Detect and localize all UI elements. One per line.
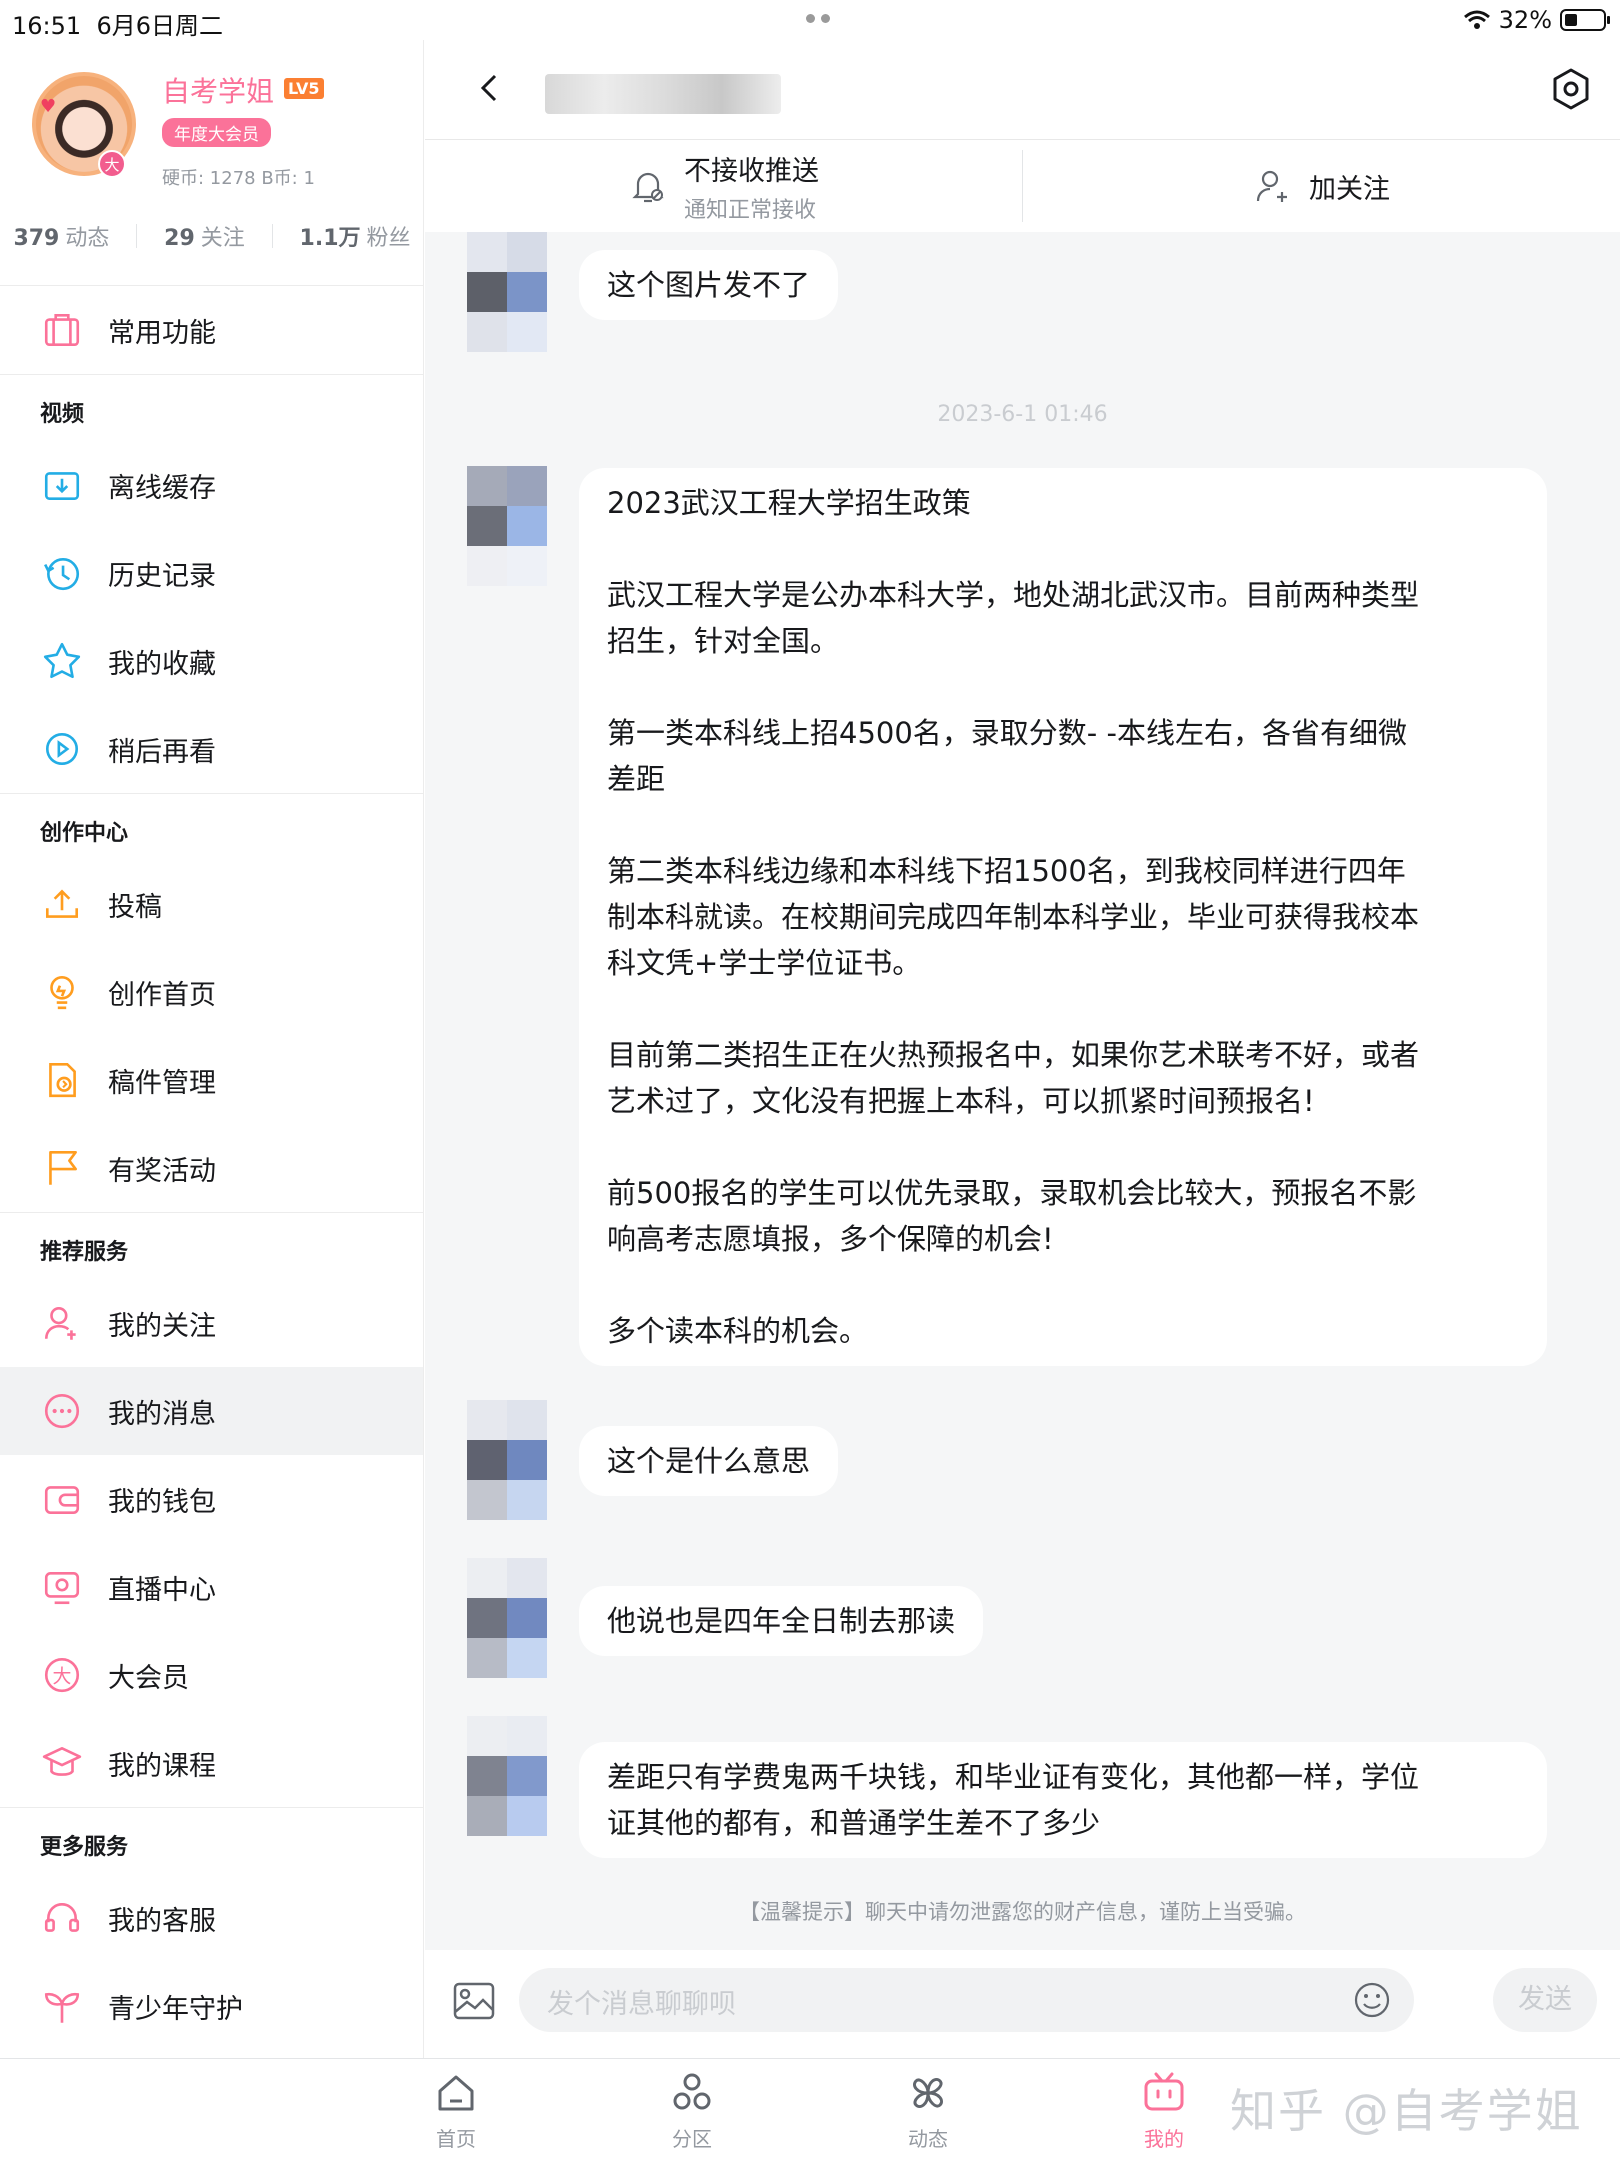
image-picker-icon[interactable] — [451, 1978, 497, 2024]
watch-later-icon — [40, 727, 84, 771]
send-button[interactable]: 发送 — [1493, 1968, 1597, 2032]
battery-percent: 32% — [1498, 6, 1552, 34]
toolbox-icon — [40, 308, 84, 352]
zones-icon — [673, 2073, 711, 2110]
stat-posts[interactable]: 379 动态 — [13, 220, 109, 252]
bell-off-icon — [632, 172, 664, 203]
upload-icon — [40, 882, 84, 926]
menu-creator-home[interactable]: 创作首页 — [0, 948, 423, 1036]
blurred-contact-name — [545, 74, 781, 114]
tab-home[interactable]: 首页 — [396, 2069, 516, 2152]
heart-icon: ♥ — [40, 96, 57, 117]
add-user-icon — [1256, 170, 1287, 202]
message-bubble[interactable]: 他说也是四年全日制去那读 — [579, 1586, 984, 1656]
wallet-icon — [40, 1477, 84, 1521]
message-dots-icon — [40, 1389, 84, 1433]
flag-icon — [40, 1146, 84, 1190]
chat-action-bar: 不接收推送 通知正常接收 加关注 — [425, 140, 1620, 232]
menu-wallet[interactable]: 我的钱包 — [0, 1455, 423, 1543]
menu-customer-service[interactable]: 我的客服 — [0, 1874, 423, 1962]
back-arrow-icon[interactable] — [475, 68, 505, 108]
sender-avatar[interactable] — [467, 1558, 547, 1678]
message-bubble[interactable]: 2023武汉工程大学招生政策 武汉工程大学是公办本科大学，地处湖北武汉市。目前两… — [579, 468, 1547, 1366]
bottom-tab-bar: 首页 分区 动态 我的 知乎 @自考学姐 — [0, 2058, 1620, 2160]
stat-following[interactable]: 29 关注 — [164, 220, 245, 252]
sprout-icon — [40, 1984, 84, 2028]
coin-balance: 硬币: 1278 B币: 1 — [162, 168, 315, 189]
chat-panel: 不接收推送 通知正常接收 加关注 这个图片发不了 2023-6-1 01:46 … — [425, 40, 1620, 2050]
menu-vip[interactable]: 大 大会员 — [0, 1631, 423, 1719]
lightbulb-icon — [40, 970, 84, 1014]
follow-label: 加关注 — [1309, 173, 1390, 205]
section-create: 创作中心 — [40, 821, 129, 846]
wifi-icon — [1463, 10, 1490, 29]
menu-upload[interactable]: 投稿 — [0, 860, 423, 948]
sender-avatar[interactable] — [467, 232, 547, 352]
watermark: 知乎 @自考学姐 — [1230, 2084, 1583, 2138]
home-icon — [438, 2075, 474, 2111]
tab-dynamics[interactable]: 动态 — [868, 2069, 988, 2152]
status-time: 16:51 6月6日周二 — [12, 12, 223, 40]
message-bubble[interactable]: 这个是什么意思 — [579, 1426, 839, 1496]
message-input-placeholder: 发个消息聊聊呗 — [547, 1989, 736, 2020]
star-icon — [40, 639, 84, 683]
menu-live-center[interactable]: 直播中心 — [0, 1543, 423, 1631]
section-video: 视频 — [40, 402, 85, 427]
message-bubble[interactable]: 差距只有学费鬼两千块钱，和毕业证有变化，其他都一样，学位 证其他的都有，和普通学… — [579, 1742, 1547, 1858]
vip-label[interactable]: 年度大会员 — [162, 118, 271, 147]
push-setting-title: 不接收推送 — [684, 155, 819, 187]
section-recommended: 推荐服务 — [40, 1240, 129, 1265]
menu-my-follows[interactable]: 我的关注 — [0, 1279, 423, 1367]
menu-manuscripts[interactable]: 稿件管理 — [0, 1036, 423, 1124]
headset-icon — [40, 1896, 84, 1940]
tab-me[interactable]: 我的 — [1104, 2069, 1224, 2152]
sender-avatar[interactable] — [467, 1400, 547, 1520]
multitask-dots[interactable] — [806, 14, 830, 23]
menu-events[interactable]: 有奖活动 — [0, 1124, 423, 1212]
download-folder-icon — [40, 463, 84, 507]
history-clock-icon — [40, 551, 84, 595]
menu-watch-later[interactable]: 稍后再看 — [0, 705, 423, 793]
safety-tip: 【温馨提示】聊天中请勿泄露您的财产信息，谨防上当受骗。 — [739, 1900, 1306, 1924]
tab-zones[interactable]: 分区 — [632, 2069, 752, 2152]
emoji-icon[interactable] — [1352, 1980, 1392, 2020]
message-input[interactable]: 发个消息聊聊呗 — [519, 1968, 1414, 2032]
follow-button[interactable]: 加关注 — [1023, 140, 1620, 232]
push-setting-button[interactable]: 不接收推送 通知正常接收 — [425, 140, 1022, 232]
tv-icon — [40, 1565, 84, 1609]
settings-hexagon-icon[interactable] — [1548, 66, 1594, 112]
message-input-bar: 发个消息聊聊呗 发送 — [425, 1954, 1620, 2050]
vip-badge: 大 — [98, 150, 126, 178]
menu-offline-cache[interactable]: 离线缓存 — [0, 441, 423, 529]
profile-stats: 379 动态 29 关注 1.1万 粉丝 — [0, 220, 424, 252]
menu-courses[interactable]: 我的课程 — [0, 1719, 423, 1807]
graduation-cap-icon — [40, 1741, 84, 1785]
username[interactable]: 自考学姐 — [162, 70, 274, 110]
chat-header — [425, 40, 1620, 140]
vip-icon: 大 — [40, 1653, 84, 1697]
user-follow-icon — [40, 1301, 84, 1345]
section-more: 更多服务 — [40, 1835, 129, 1860]
status-right: 32% — [1463, 6, 1610, 34]
svg-text:大: 大 — [53, 1665, 72, 1687]
menu-my-messages[interactable]: 我的消息 — [0, 1367, 423, 1455]
document-icon — [40, 1058, 84, 1102]
sidebar: ♥ 大 自考学姐 LV5 年度大会员 硬币: 1278 B币: 1 379 动态 … — [0, 40, 424, 2060]
bilibili-tv-icon — [1144, 2072, 1184, 2111]
stat-fans[interactable]: 1.1万 粉丝 — [300, 220, 411, 252]
menu-favorites[interactable]: 我的收藏 — [0, 617, 423, 705]
level-badge: LV5 — [284, 78, 324, 99]
menu-history[interactable]: 历史记录 — [0, 529, 423, 617]
message-timestamp: 2023-6-1 01:46 — [937, 402, 1108, 427]
battery-icon — [1560, 9, 1610, 31]
profile-card[interactable]: ♥ 大 自考学姐 LV5 年度大会员 硬币: 1278 B币: 1 379 动态 … — [0, 40, 423, 285]
sender-avatar[interactable] — [467, 466, 547, 586]
status-bar: 16:51 6月6日周二 32% — [0, 0, 1620, 40]
menu-teen-protection[interactable]: 青少年守护 — [0, 1962, 423, 2050]
menu-common[interactable]: 常用功能 — [0, 286, 423, 374]
message-bubble[interactable]: 这个图片发不了 — [579, 250, 839, 320]
pinwheel-icon — [913, 2078, 943, 2108]
push-setting-subtitle: 通知正常接收 — [684, 197, 817, 223]
sender-avatar[interactable] — [467, 1716, 547, 1836]
